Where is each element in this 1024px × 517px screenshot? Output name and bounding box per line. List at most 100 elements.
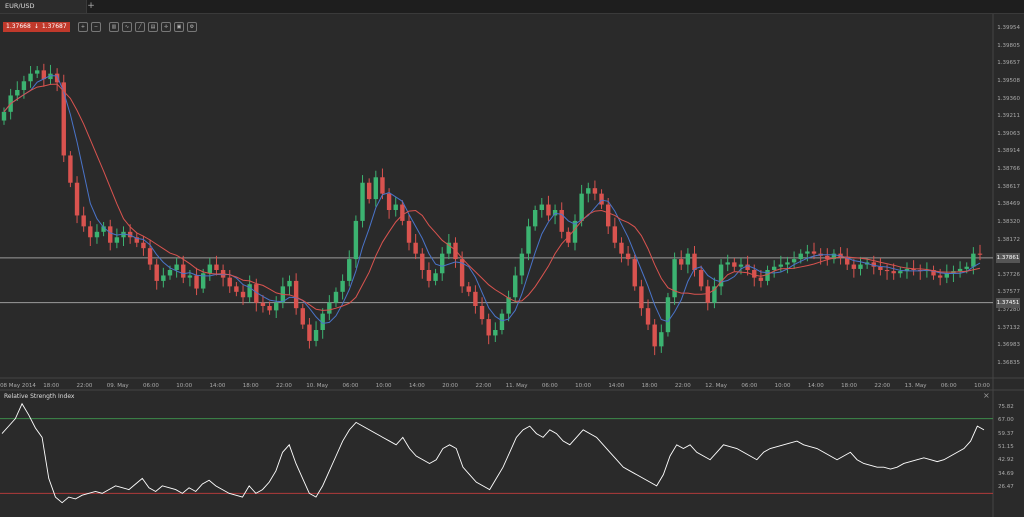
candle-body xyxy=(971,253,976,267)
crosshair-icon[interactable]: ✛ xyxy=(161,22,171,32)
candle-body xyxy=(167,270,173,276)
add-tab-button[interactable]: + xyxy=(86,0,96,13)
close-icon[interactable]: × xyxy=(983,391,990,400)
candle-body xyxy=(28,73,33,82)
time-tick-label: 14:00 xyxy=(209,383,226,389)
chart-canvas[interactable] xyxy=(0,14,1024,517)
candle-body xyxy=(599,193,604,205)
candle-body xyxy=(798,253,803,260)
price-tick-label: 1.37726 xyxy=(997,271,1020,278)
candle-body xyxy=(665,297,671,333)
time-tick-label: 22:00 xyxy=(76,383,93,389)
chart-type-icon[interactable]: ▥ xyxy=(109,22,119,32)
rsi-tick-label: 34.69 xyxy=(998,470,1014,477)
indicators-icon[interactable]: ∿ xyxy=(122,22,132,32)
candle-body xyxy=(68,155,73,183)
candle-body xyxy=(207,264,213,274)
candle-body xyxy=(333,291,339,303)
price-tick-label: 1.39954 xyxy=(997,25,1020,31)
candle-body xyxy=(181,264,186,278)
candle-body xyxy=(559,210,564,232)
candle-body xyxy=(506,297,511,314)
candle-body xyxy=(74,182,80,216)
zoom-in-icon[interactable]: + xyxy=(78,22,88,32)
candle-body xyxy=(479,306,485,320)
candle-body xyxy=(486,319,491,336)
draw-icon[interactable]: ╱ xyxy=(135,22,145,32)
settings-icon[interactable]: ⚙ xyxy=(187,22,197,32)
candle-body xyxy=(194,275,199,289)
time-tick-label: 10:00 xyxy=(774,383,791,389)
rsi-tick-label: 26.47 xyxy=(998,484,1014,490)
candle-body xyxy=(161,275,166,281)
candle-body xyxy=(785,262,790,265)
candle-body xyxy=(851,264,857,269)
candle-body xyxy=(440,253,445,274)
price-tick-label: 1.36835 xyxy=(997,360,1020,366)
tab-eurusd[interactable]: EUR/USD xyxy=(0,0,87,13)
candle-body xyxy=(884,270,890,272)
candle-body xyxy=(532,210,538,227)
candle-body xyxy=(214,264,219,270)
candle-body xyxy=(413,242,418,254)
candle-body xyxy=(34,70,40,74)
ma-slow-line xyxy=(3,83,981,311)
price-tick-label: 1.39657 xyxy=(997,60,1020,67)
time-tick-label: 13. May xyxy=(904,383,927,389)
price-tick-label: 1.36983 xyxy=(997,342,1020,349)
time-tick-label: 06:00 xyxy=(342,383,359,389)
price-tick-label: 1.37280 xyxy=(997,307,1020,314)
candle-body xyxy=(519,253,525,276)
time-tick-label: 10:00 xyxy=(575,383,592,389)
price-tick-label: 1.37132 xyxy=(997,324,1020,331)
candle-body xyxy=(891,271,896,274)
candle-body xyxy=(685,253,691,265)
candle-body xyxy=(187,275,193,278)
candle-body xyxy=(81,215,86,227)
candle-body xyxy=(260,302,266,306)
time-tick-label: 18:00 xyxy=(841,383,857,389)
time-tick-label: 12. May xyxy=(705,383,727,389)
candle-body xyxy=(267,306,272,311)
candle-body xyxy=(15,90,20,96)
candle-body xyxy=(539,204,544,210)
price-tick-label: 1.38617 xyxy=(997,183,1020,190)
quote-box: 1.37668 ↓ 1.37687 xyxy=(3,22,70,32)
candle-body xyxy=(752,270,757,278)
candle-body xyxy=(692,253,697,270)
time-tick-label: 11. May xyxy=(505,383,528,389)
rsi-tick-label: 42.92 xyxy=(998,457,1014,464)
candle-body xyxy=(977,253,983,255)
candle-body xyxy=(386,193,392,210)
candle-body xyxy=(625,253,631,260)
price-tick-label: 1.38172 xyxy=(997,236,1020,243)
candle-body xyxy=(227,277,232,287)
candle-body xyxy=(811,251,817,254)
candle-body xyxy=(791,259,797,263)
tab-bar: EUR/USD + xyxy=(0,0,1024,14)
candle-body xyxy=(307,324,312,341)
candle-body xyxy=(771,266,777,270)
time-tick-label: 22:00 xyxy=(874,383,891,389)
price-tick-label: 1.38469 xyxy=(997,201,1020,208)
candle-body xyxy=(738,264,744,267)
candle-body xyxy=(632,259,637,287)
candle-body xyxy=(732,262,737,267)
candle-body xyxy=(898,271,903,274)
time-tick-label: 18:00 xyxy=(43,383,60,389)
candle-body xyxy=(420,253,425,270)
candle-body xyxy=(526,226,531,254)
time-tick-label: 06:00 xyxy=(940,383,957,389)
candle-body xyxy=(313,330,319,341)
candle-body xyxy=(393,204,398,210)
candle-body xyxy=(725,262,730,265)
candle-body xyxy=(88,226,93,238)
candle-body xyxy=(825,255,830,260)
time-tick-label: 10:00 xyxy=(375,383,392,389)
candle-body xyxy=(108,226,113,243)
template-icon[interactable]: ▤ xyxy=(148,22,158,32)
zoom-out-icon[interactable]: − xyxy=(91,22,101,32)
save-icon[interactable]: ▣ xyxy=(174,22,184,32)
candle-body xyxy=(586,188,591,194)
rsi-tick-label: 59.37 xyxy=(998,430,1014,437)
